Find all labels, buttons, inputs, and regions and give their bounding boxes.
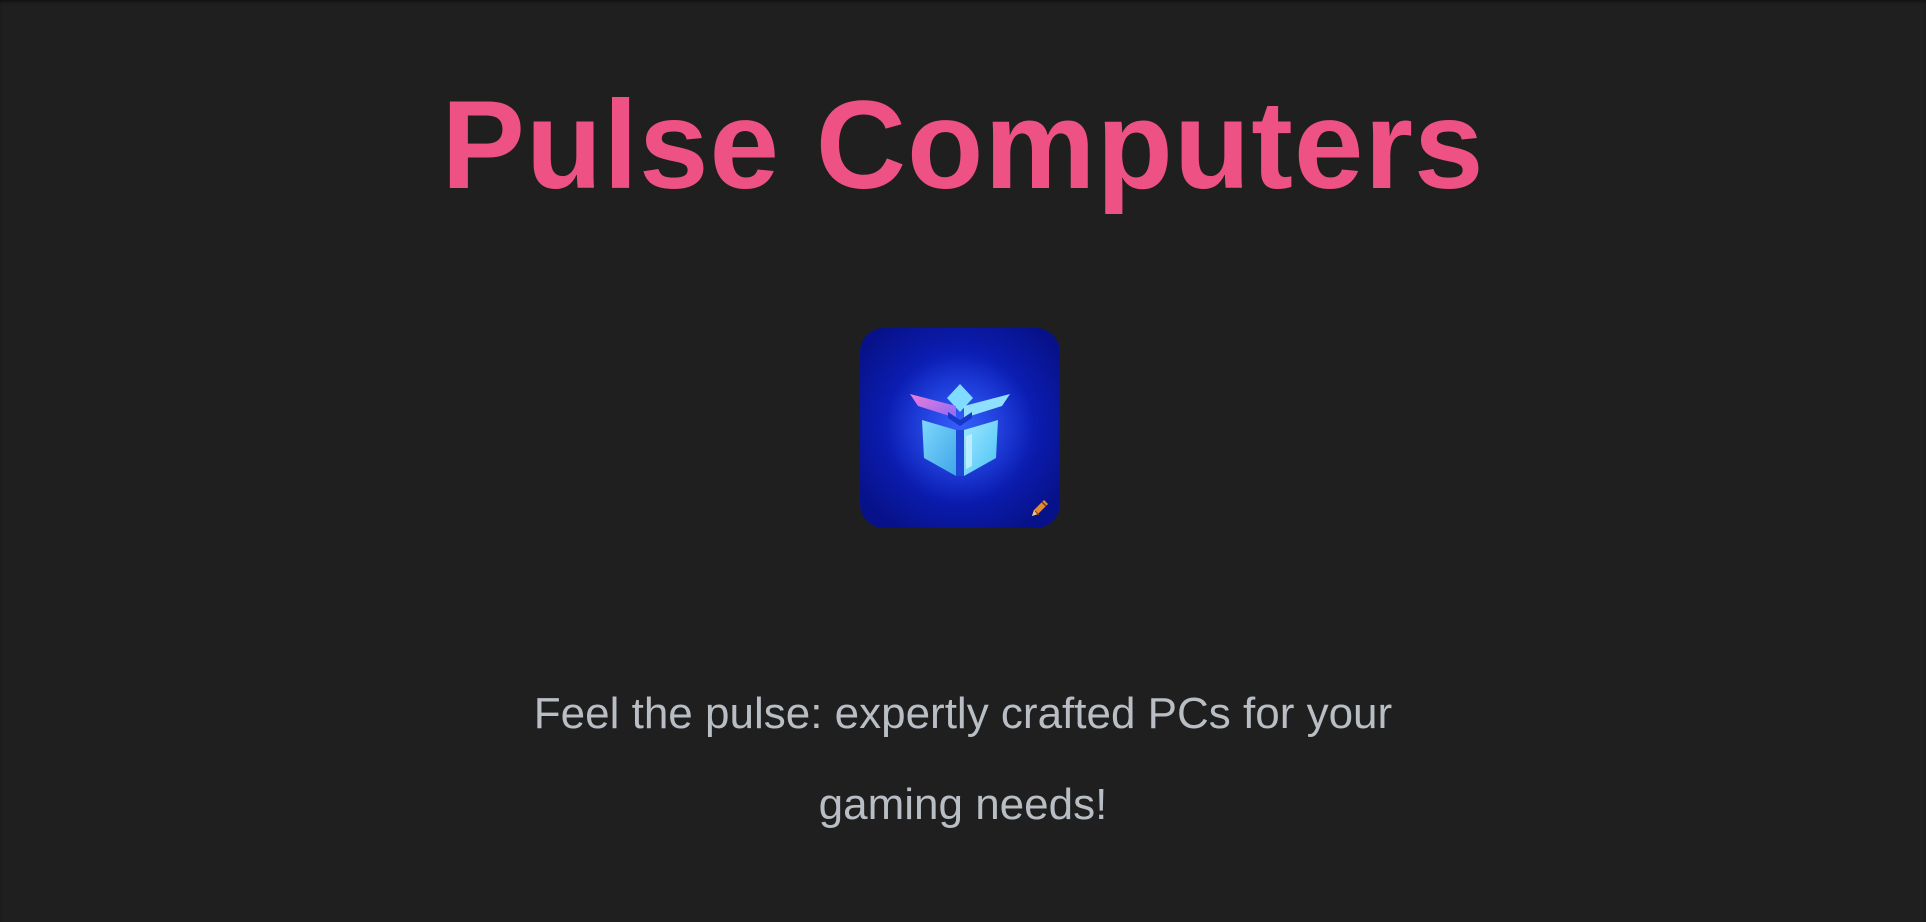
- logo-image: [860, 328, 1060, 528]
- page-title: Pulse Computers: [441, 76, 1485, 215]
- tagline: Feel the pulse: expertly crafted PCs for…: [533, 689, 1393, 829]
- pencil-edit-icon[interactable]: [1028, 496, 1052, 520]
- page: Pulse Computers Feel the pulse: expertly…: [0, 0, 1926, 922]
